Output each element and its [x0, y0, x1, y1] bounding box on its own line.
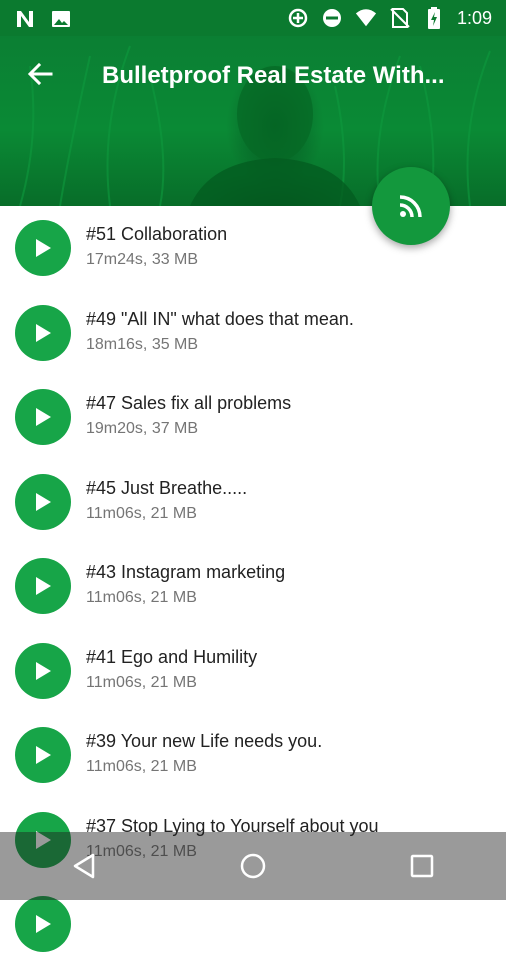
play-icon	[36, 915, 51, 933]
subscribe-rss-button[interactable]	[372, 167, 450, 245]
play-icon	[36, 661, 51, 680]
episode-meta: 18m16s, 35 MB	[86, 335, 199, 353]
episode-item[interactable]: #47 Sales fix all problems 19m20s, 37 MB	[0, 375, 506, 459]
rss-feed-icon	[399, 195, 422, 218]
battery-charging-icon	[423, 7, 445, 29]
back-triangle-icon	[74, 853, 95, 879]
system-nav-bar	[0, 832, 506, 900]
image-icon	[50, 8, 72, 30]
play-button[interactable]	[15, 220, 71, 276]
nav-recents-button[interactable]	[394, 838, 450, 894]
episode-item[interactable]: #41 Ego and Humility 11m06s, 21 MB	[0, 629, 506, 713]
episode-meta: 19m20s, 37 MB	[86, 420, 199, 437]
play-icon	[36, 492, 51, 511]
episode-meta: 11m06s, 21 MB	[86, 589, 197, 606]
episode-title: #39 Your new Life needs you.	[86, 731, 323, 751]
back-button[interactable]	[24, 58, 56, 90]
episode-title: #45 Just Breathe.....	[86, 477, 248, 498]
episode-meta: 11m06s, 21 MB	[86, 504, 197, 522]
play-button[interactable]	[15, 727, 71, 783]
play-icon	[36, 746, 51, 764]
episode-meta: 11m06s, 21 MB	[86, 758, 197, 775]
status-left-icons	[14, 8, 72, 30]
no-sim-icon	[389, 7, 411, 29]
play-button[interactable]	[15, 558, 71, 614]
episode-meta: 17m24s, 33 MB	[86, 251, 199, 268]
nav-home-button[interactable]	[225, 838, 281, 894]
episode-title: #51 Collaboration	[86, 224, 228, 244]
data-saver-icon	[287, 7, 309, 29]
episode-title: #49 "All IN" what does that mean.	[86, 308, 354, 329]
wifi-icon	[355, 7, 377, 29]
episode-meta: 11m06s, 21 MB	[86, 673, 197, 691]
episode-item[interactable]: #49 "All IN" what does that mean. 18m16s…	[0, 291, 506, 375]
dnd-icon	[321, 7, 343, 29]
arrow-back-icon	[27, 62, 53, 86]
status-bar: 1:09	[0, 0, 506, 36]
status-right-icons: 1:09	[287, 7, 492, 29]
episode-title: #47 Sales fix all problems	[86, 393, 292, 413]
play-button[interactable]	[15, 896, 71, 952]
status-time: 1:09	[456, 7, 492, 28]
n-icon	[14, 8, 36, 30]
episode-item[interactable]: #43 Instagram marketing 11m06s, 21 MB	[0, 544, 506, 628]
play-button[interactable]	[15, 642, 71, 699]
play-button[interactable]	[15, 389, 71, 445]
home-circle-icon	[240, 853, 266, 879]
nav-back-button[interactable]	[56, 838, 112, 894]
play-icon	[36, 323, 51, 342]
episode-title: #43 Instagram marketing	[86, 562, 286, 582]
play-button[interactable]	[15, 304, 71, 361]
page-title: Bulletproof Real Estate With...	[102, 62, 445, 89]
episode-item[interactable]: #39 Your new Life needs you. 11m06s, 21 …	[0, 713, 506, 797]
play-icon	[36, 577, 51, 595]
episode-title: #41 Ego and Humility	[86, 646, 258, 667]
play-icon	[36, 408, 51, 426]
episode-item[interactable]: #45 Just Breathe..... 11m06s, 21 MB	[0, 460, 506, 544]
play-button[interactable]	[15, 473, 71, 530]
recents-square-icon	[410, 854, 433, 878]
play-icon	[36, 239, 51, 257]
